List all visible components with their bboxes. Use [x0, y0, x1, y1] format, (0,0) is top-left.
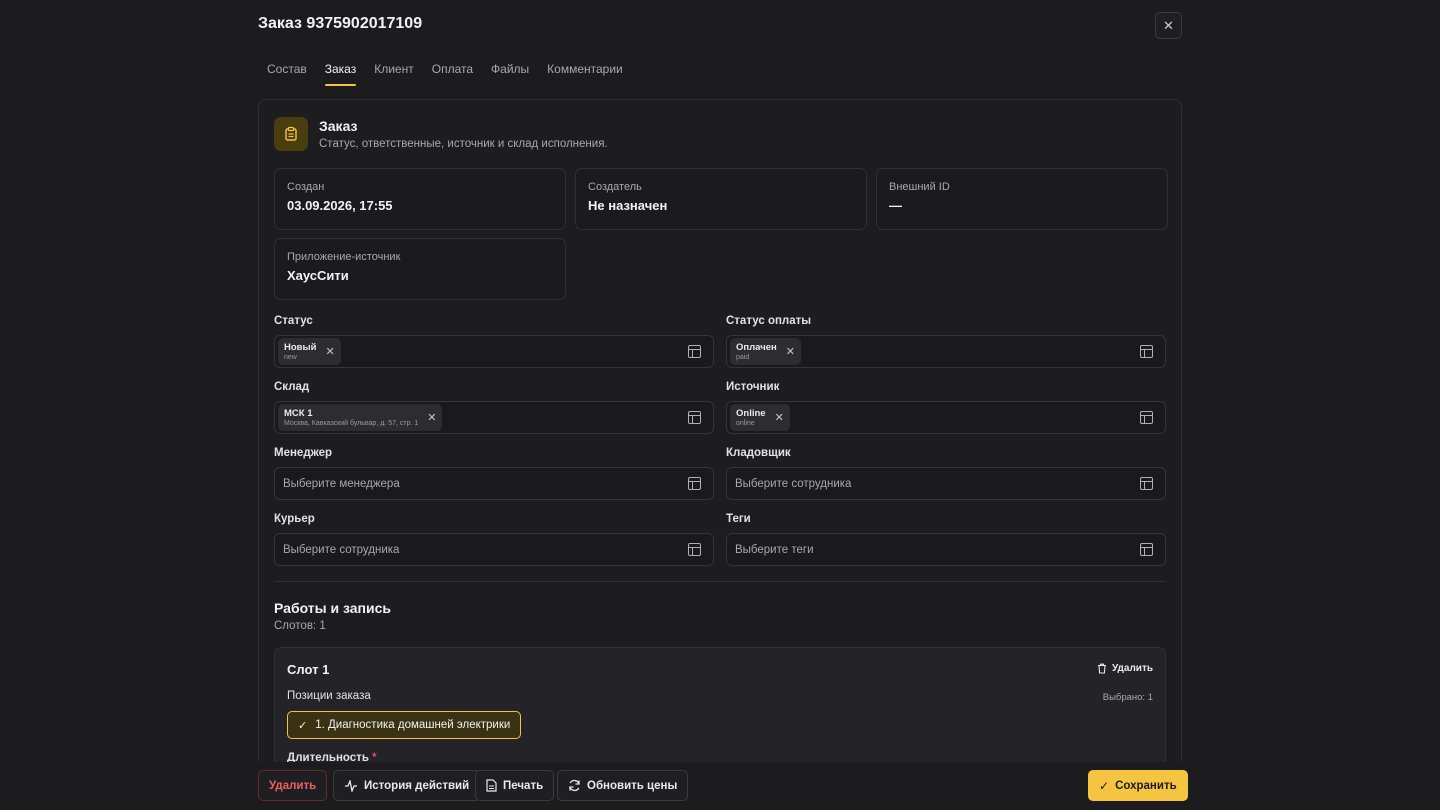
- status-select[interactable]: Новый new ✕: [274, 335, 714, 368]
- picker-icon[interactable]: [1140, 477, 1153, 490]
- modal-title: Заказ 9375902017109: [258, 15, 423, 32]
- chip-remove-icon[interactable]: ✕: [786, 345, 795, 358]
- picker-icon[interactable]: [688, 411, 701, 424]
- tags-select[interactable]: Выберите теги: [726, 533, 1166, 566]
- chip-text: Online: [736, 407, 766, 419]
- close-button[interactable]: ✕: [1155, 12, 1182, 39]
- info-label: Внешний ID: [889, 181, 950, 193]
- positions-label: Позиции заказа: [287, 690, 371, 702]
- picker-icon[interactable]: [688, 345, 701, 358]
- status-label: Статус: [274, 315, 313, 327]
- section-title: Заказ: [319, 118, 358, 134]
- slot-title: Слот 1: [287, 662, 330, 677]
- check-icon: ✓: [1099, 778, 1110, 793]
- divider: [274, 581, 1166, 582]
- document-icon: [486, 779, 497, 792]
- payment-status-chip: Оплачен paid ✕: [730, 338, 801, 365]
- slot-delete-button[interactable]: Удалить: [1097, 663, 1153, 674]
- save-button[interactable]: ✓ Сохранить: [1088, 770, 1188, 801]
- picker-icon[interactable]: [688, 477, 701, 490]
- warehouse-select[interactable]: МСК 1 Москва, Кавказский бульвар, д. 57, …: [274, 401, 714, 434]
- refresh-label: Обновить цены: [587, 779, 678, 792]
- info-source-app: Приложение-источник ХаусСити: [274, 238, 566, 300]
- chip-subtext: new: [284, 353, 297, 361]
- manager-placeholder: Выберите менеджера: [283, 477, 400, 490]
- close-icon: ✕: [1163, 17, 1174, 33]
- order-card: Заказ Статус, ответственные, источник и …: [258, 99, 1182, 799]
- chip-remove-icon[interactable]: ✕: [427, 411, 436, 424]
- section-subtitle: Статус, ответственные, источник и склад …: [319, 138, 608, 150]
- activity-icon: [345, 779, 357, 792]
- tabs: Состав Заказ Клиент Оплата Файлы Коммент…: [258, 62, 632, 87]
- manager-label: Менеджер: [274, 447, 333, 459]
- warehouse-chip: МСК 1 Москва, Кавказский бульвар, д. 57, …: [278, 404, 443, 431]
- position-chip[interactable]: ✓ 1. Диагностика домашней электрики: [287, 711, 522, 739]
- refresh-icon: [569, 779, 580, 792]
- tags-label: Теги: [726, 513, 751, 525]
- selected-count: Выбрано: 1: [1102, 692, 1153, 703]
- clipboard-icon: [274, 117, 308, 151]
- manager-select[interactable]: Выберите менеджера: [274, 467, 714, 500]
- tab-composition[interactable]: Состав: [258, 62, 316, 87]
- info-value: —: [889, 198, 902, 213]
- history-button[interactable]: История действий: [333, 770, 481, 801]
- position-label: 1. Диагностика домашней электрики: [315, 719, 511, 731]
- order-modal: Заказ 9375902017109 ✕ Состав Заказ Клиен…: [0, 0, 1440, 810]
- info-creator: Создатель Не назначен: [575, 168, 867, 230]
- picker-icon[interactable]: [1140, 411, 1153, 424]
- print-button[interactable]: Печать: [475, 770, 555, 801]
- status-chip: Новый new ✕: [278, 338, 341, 365]
- source-chip: Online online ✕: [730, 404, 790, 431]
- chip-remove-icon[interactable]: ✕: [775, 411, 784, 424]
- trash-icon: [1097, 663, 1106, 674]
- save-label: Сохранить: [1115, 779, 1177, 792]
- storekeeper-select[interactable]: Выберите сотрудника: [726, 467, 1166, 500]
- chip-remove-icon[interactable]: ✕: [325, 345, 334, 358]
- chip-text: Оплачен: [736, 341, 777, 353]
- info-label: Приложение-источник: [287, 251, 401, 263]
- tags-placeholder: Выберите теги: [735, 543, 814, 556]
- chip-subtext: Москва, Кавказский бульвар, д. 57, стр. …: [284, 419, 419, 427]
- tab-order[interactable]: Заказ: [316, 62, 365, 87]
- tab-client[interactable]: Клиент: [365, 62, 423, 87]
- tab-files[interactable]: Файлы: [482, 62, 538, 87]
- info-created: Создан 03.09.2026, 17:55: [274, 168, 566, 230]
- info-label: Создан: [287, 181, 325, 193]
- picker-icon[interactable]: [688, 543, 701, 556]
- chip-subtext: paid: [736, 353, 750, 361]
- history-label: История действий: [364, 779, 470, 792]
- chip-text: Новый: [284, 341, 317, 353]
- storekeeper-label: Кладовщик: [726, 447, 791, 459]
- info-value: Не назначен: [588, 198, 668, 213]
- courier-select[interactable]: Выберите сотрудника: [274, 533, 714, 566]
- slots-count: Слотов: 1: [274, 620, 326, 632]
- payment-status-select[interactable]: Оплачен paid ✕: [726, 335, 1166, 368]
- slot-delete-label: Удалить: [1111, 663, 1153, 674]
- check-icon: ✓: [298, 719, 308, 732]
- storekeeper-placeholder: Выберите сотрудника: [735, 477, 852, 490]
- warehouse-label: Склад: [274, 381, 310, 393]
- source-select[interactable]: Online online ✕: [726, 401, 1166, 434]
- works-title: Работы и запись: [274, 600, 392, 616]
- courier-placeholder: Выберите сотрудника: [283, 543, 400, 556]
- tab-comments[interactable]: Комментарии: [538, 62, 632, 87]
- chip-text: МСК 1: [284, 407, 313, 419]
- chip-subtext: online: [736, 419, 755, 427]
- tab-payment[interactable]: Оплата: [423, 62, 482, 87]
- info-value: ХаусСити: [287, 268, 349, 283]
- info-label: Создатель: [588, 181, 642, 193]
- payment-status-label: Статус оплаты: [726, 315, 812, 327]
- info-external-id: Внешний ID —: [876, 168, 1168, 230]
- picker-icon[interactable]: [1140, 345, 1153, 358]
- picker-icon[interactable]: [1140, 543, 1153, 556]
- print-label: Печать: [503, 779, 544, 792]
- courier-label: Курьер: [274, 513, 315, 525]
- delete-button[interactable]: Удалить: [258, 770, 328, 801]
- delete-label: Удалить: [269, 779, 317, 792]
- info-value: 03.09.2026, 17:55: [287, 198, 393, 213]
- refresh-prices-button[interactable]: Обновить цены: [557, 770, 689, 801]
- source-label: Источник: [726, 381, 780, 393]
- footer-bar: Удалить История действий Печать Обновить…: [0, 762, 1440, 810]
